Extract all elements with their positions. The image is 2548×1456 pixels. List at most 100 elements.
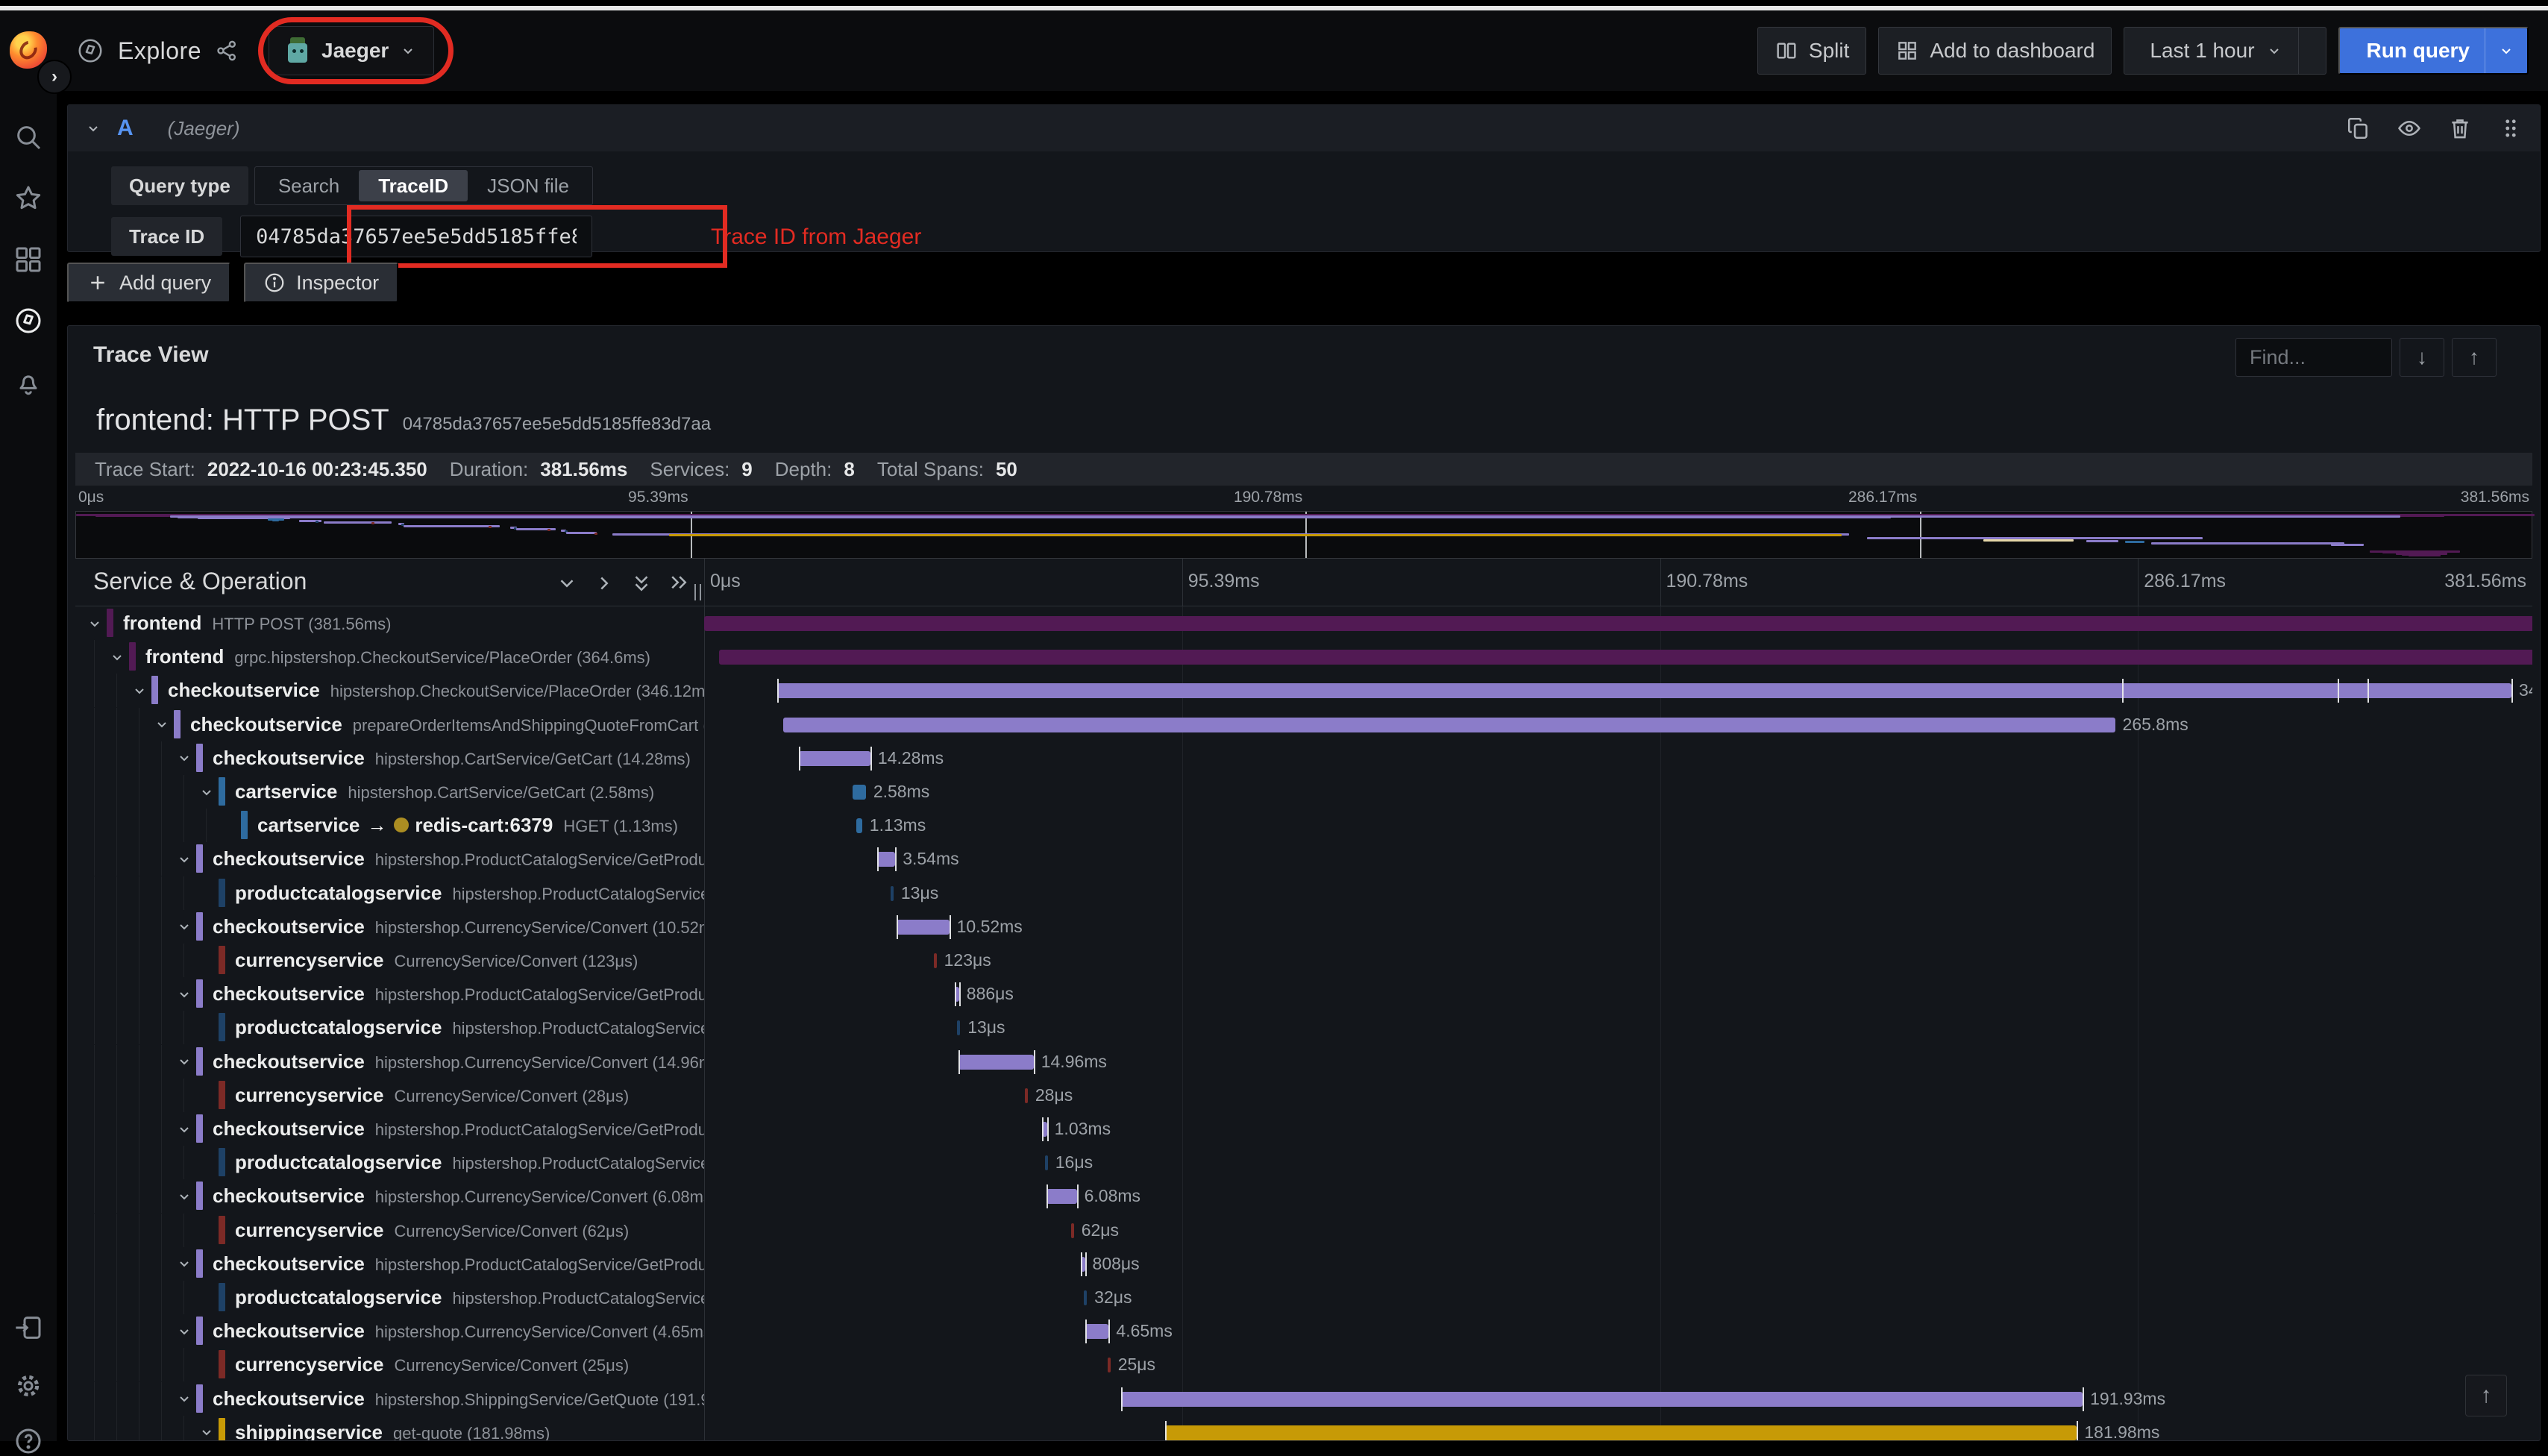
span-row[interactable]: checkoutservicehipstershop.ProductCatalo… [75, 977, 704, 1011]
duplicate-query-icon[interactable] [2346, 116, 2371, 141]
span-bar[interactable] [719, 650, 2532, 665]
span-collapse-chevron-icon[interactable] [175, 1052, 193, 1070]
span-bar[interactable] [1045, 1155, 1048, 1170]
span-collapse-chevron-icon[interactable] [175, 917, 193, 935]
disable-query-eye-icon[interactable] [2397, 116, 2422, 141]
span-row[interactable]: checkoutservicehipstershop.CartService/G… [75, 741, 704, 775]
span-row[interactable]: checkoutserviceprepareOrderItemsAndShipp… [75, 708, 704, 741]
span-collapse-chevron-icon[interactable] [86, 615, 104, 633]
span-collapse-chevron-icon[interactable] [198, 1423, 216, 1440]
span-bar[interactable] [1121, 1392, 2083, 1407]
span-row[interactable]: checkoutservicehipstershop.ShippingServi… [75, 1382, 704, 1416]
span-row[interactable]: cartservicehipstershop.CartService/GetCa… [75, 775, 704, 809]
span-gantt-row[interactable] [704, 606, 2532, 640]
span-bar[interactable] [783, 718, 2115, 732]
help-icon[interactable] [13, 1426, 43, 1456]
span-collapse-chevron-icon[interactable] [175, 1322, 193, 1340]
find-next-button[interactable]: ↓ [2400, 338, 2444, 377]
span-collapse-chevron-icon[interactable] [175, 1120, 193, 1138]
span-collapse-chevron-icon[interactable] [175, 1390, 193, 1408]
collapse-one-icon[interactable] [556, 572, 578, 594]
span-row[interactable]: checkoutservicehipstershop.CheckoutServi… [75, 674, 704, 707]
query-row-header[interactable]: A (Jaeger) [68, 105, 2540, 151]
span-row[interactable]: checkoutservicehipstershop.ProductCatalo… [75, 1112, 704, 1146]
span-gantt-row[interactable]: 181.98ms [704, 1416, 2532, 1440]
span-bar[interactable] [934, 953, 937, 968]
span-gantt-row[interactable]: 14.28ms [704, 741, 2532, 775]
span-row[interactable]: shippingserviceget-quote (181.98ms) [75, 1416, 704, 1440]
span-bar[interactable] [897, 920, 950, 935]
column-resize-handle[interactable] [693, 584, 703, 600]
search-icon[interactable] [13, 122, 43, 152]
span-gantt-row[interactable]: 191.93ms [704, 1382, 2532, 1416]
span-gantt-row[interactable]: 123μs [704, 944, 2532, 977]
span-bar[interactable] [704, 616, 2532, 631]
span-gantt-row[interactable]: 265.8ms [704, 708, 2532, 741]
datasource-picker[interactable]: Jaeger [269, 26, 434, 75]
tab-json-file[interactable]: JSON file [468, 170, 589, 201]
span-bar[interactable] [877, 852, 895, 867]
span-gantt-row[interactable]: 62μs [704, 1214, 2532, 1247]
span-bar[interactable] [1085, 1324, 1108, 1339]
add-to-dashboard-button[interactable]: Add to dashboard [1878, 27, 2112, 75]
span-bar[interactable] [1025, 1088, 1028, 1103]
expand-one-icon[interactable] [593, 572, 615, 594]
span-row[interactable]: checkoutservicehipstershop.CurrencyServi… [75, 1179, 704, 1213]
span-collapse-chevron-icon[interactable] [175, 1255, 193, 1273]
inspector-button[interactable]: Inspector [244, 263, 398, 303]
span-row[interactable]: currencyserviceCurrencyService/Convert (… [75, 1214, 704, 1247]
split-button[interactable]: Split [1757, 27, 1866, 75]
run-query-dropdown[interactable] [2485, 42, 2527, 60]
find-input[interactable] [2235, 338, 2392, 377]
span-bar[interactable] [1084, 1290, 1087, 1305]
span-gantt-row[interactable]: 10.52ms [704, 910, 2532, 944]
scroll-to-top-button[interactable]: ↑ [2465, 1375, 2507, 1416]
span-gantt-row[interactable]: 1.03ms [704, 1112, 2532, 1146]
span-row[interactable]: productcatalogservicehipstershop.Product… [75, 876, 704, 910]
span-gantt-row[interactable]: 3.54ms [704, 842, 2532, 876]
span-bar[interactable] [799, 751, 870, 766]
collapse-all-icon[interactable] [630, 572, 653, 594]
span-bar[interactable] [1108, 1358, 1111, 1372]
span-gantt-row[interactable]: 13μs [704, 876, 2532, 910]
time-range-picker[interactable]: Last 1 hour [2124, 28, 2297, 74]
trace-timeline-minimap[interactable]: 0μs95.39ms190.78ms286.17ms381.56ms [75, 486, 2532, 559]
span-gantt-row[interactable]: 25μs [704, 1348, 2532, 1381]
span-bar[interactable] [891, 886, 894, 901]
span-collapse-chevron-icon[interactable] [198, 783, 216, 801]
span-bar[interactable] [1165, 1425, 2077, 1440]
span-gantt-row[interactable]: 886μs [704, 977, 2532, 1011]
grafana-logo-icon[interactable] [10, 31, 47, 69]
drag-handle-icon[interactable] [2498, 116, 2523, 141]
span-bar[interactable] [1071, 1223, 1074, 1238]
span-gantt-row[interactable]: 808μs [704, 1247, 2532, 1281]
span-collapse-chevron-icon[interactable] [175, 850, 193, 868]
span-bar[interactable] [1046, 1189, 1077, 1204]
span-gantt-row[interactable]: 6.08ms [704, 1179, 2532, 1213]
minimap-body[interactable] [75, 511, 2532, 559]
span-row[interactable]: productcatalogservicehipstershop.Product… [75, 1011, 704, 1044]
span-collapse-chevron-icon[interactable] [108, 648, 126, 666]
span-bar[interactable] [777, 683, 2511, 698]
share-icon[interactable] [215, 39, 239, 63]
span-gantt-row[interactable]: 346.12ms [704, 674, 2532, 707]
span-row[interactable]: currencyserviceCurrencyService/Convert (… [75, 1079, 704, 1112]
settings-gear-icon[interactable] [13, 1371, 43, 1401]
span-bar[interactable] [853, 785, 865, 800]
span-gantt-row[interactable]: 14.96ms [704, 1045, 2532, 1079]
span-row[interactable]: checkoutservicehipstershop.ProductCatalo… [75, 1247, 704, 1281]
add-query-button[interactable]: Add query [67, 263, 230, 303]
span-row[interactable]: cartservice→redis-cart:6379HGET (1.13ms) [75, 809, 704, 842]
span-gantt-row[interactable]: 32μs [704, 1281, 2532, 1314]
delete-query-trash-icon[interactable] [2447, 116, 2473, 141]
span-collapse-chevron-icon[interactable] [175, 1187, 193, 1205]
span-collapse-chevron-icon[interactable] [153, 715, 171, 733]
tab-traceid[interactable]: TraceID [359, 170, 468, 201]
span-row[interactable]: currencyserviceCurrencyService/Convert (… [75, 1348, 704, 1381]
span-gantt-row[interactable]: 28μs [704, 1079, 2532, 1112]
span-row[interactable]: checkoutservicehipstershop.CurrencyServi… [75, 1314, 704, 1348]
span-bar[interactable] [958, 1055, 1033, 1070]
span-gantt-row[interactable]: 4.65ms [704, 1314, 2532, 1348]
trace-id-input[interactable] [240, 216, 592, 257]
span-gantt-row[interactable]: 16μs [704, 1146, 2532, 1179]
